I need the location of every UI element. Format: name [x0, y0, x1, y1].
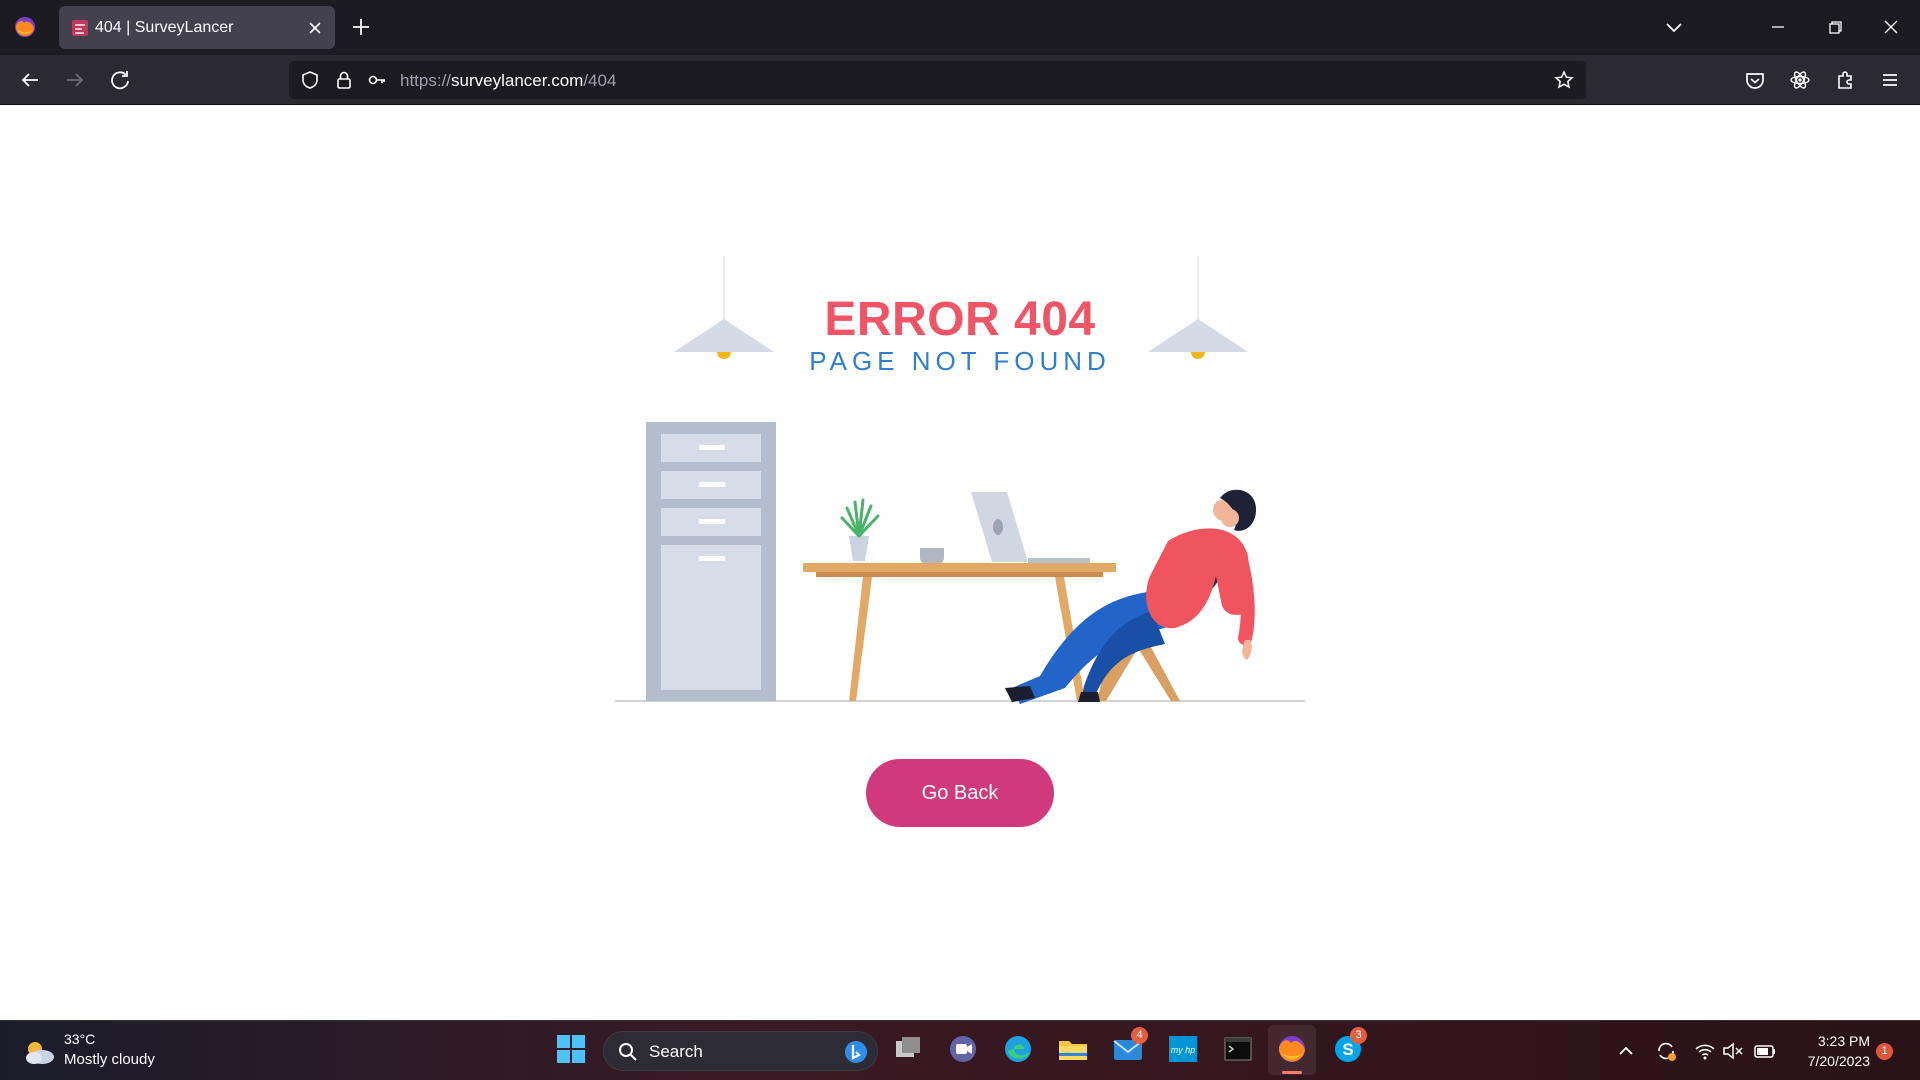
url-path: /404 — [583, 71, 617, 90]
windows-start-icon[interactable] — [553, 1031, 589, 1067]
close-tab-icon[interactable] — [305, 18, 325, 38]
system-clock[interactable]: 3:23 PM 7/20/2023 — [1780, 1031, 1870, 1071]
clock-time: 3:23 PM — [1817, 1033, 1870, 1049]
teams-chat-icon[interactable] — [945, 1031, 981, 1067]
bing-icon[interactable] — [844, 1040, 868, 1064]
tired-worker-illustration — [615, 256, 1305, 704]
back-arrow-icon[interactable] — [16, 66, 44, 94]
reload-icon[interactable] — [106, 66, 134, 94]
svg-text:my hp: my hp — [1171, 1045, 1196, 1055]
tab-title: 404 | SurveyLancer — [95, 19, 234, 36]
extensions-icon[interactable] — [1831, 66, 1859, 94]
forward-arrow-icon[interactable] — [61, 66, 89, 94]
hamburger-menu-icon[interactable] — [1876, 66, 1904, 94]
clock-date: 7/20/2023 — [1807, 1053, 1870, 1069]
notification-badge[interactable]: 1 — [1876, 1043, 1893, 1060]
firefox-taskbar-active[interactable] — [1268, 1025, 1316, 1075]
new-tab-icon[interactable] — [349, 15, 373, 39]
url-text[interactable]: https://surveylancer.com/404 — [400, 71, 616, 91]
speaker-muted-icon[interactable] — [1721, 1039, 1745, 1063]
cloudy-weather-icon — [26, 1042, 54, 1064]
react-devtools-icon[interactable] — [1786, 66, 1814, 94]
browser-tab-active[interactable]: 404 | SurveyLancer — [59, 6, 335, 49]
file-explorer-icon[interactable] — [1055, 1031, 1091, 1067]
list-all-tabs-icon[interactable] — [1661, 14, 1687, 40]
weather-condition: Mostly cloudy — [64, 1051, 155, 1068]
search-icon — [619, 1043, 637, 1061]
edge-icon[interactable] — [1000, 1031, 1036, 1067]
weather-widget[interactable]: 33°C Mostly cloudy — [22, 1031, 182, 1075]
tracking-shield-icon[interactable] — [300, 70, 320, 90]
key-icon[interactable] — [367, 70, 387, 90]
firefox-icon[interactable] — [12, 14, 38, 40]
surveylancer-favicon — [72, 20, 88, 36]
restore-icon[interactable] — [1822, 14, 1848, 40]
firefox-taskbar-icon — [1278, 1036, 1305, 1062]
page-content: ERROR 404 PAGE NOT FOUND Go Back — [0, 106, 1920, 1020]
terminal-icon[interactable] — [1220, 1031, 1256, 1067]
browser-title-bar: 404 | SurveyLancer — [0, 0, 1920, 55]
url-scheme: https:// — [400, 71, 452, 90]
temperature: 33°C — [64, 1031, 96, 1047]
lock-icon[interactable] — [334, 70, 354, 90]
sync-status-icon[interactable] — [1654, 1039, 1678, 1063]
wifi-icon[interactable] — [1693, 1039, 1717, 1063]
bookmark-star-icon[interactable] — [1554, 70, 1574, 90]
svg-text:S: S — [1342, 1040, 1353, 1059]
battery-icon[interactable] — [1753, 1039, 1777, 1063]
minimize-icon[interactable] — [1765, 14, 1791, 40]
search-label: Search — [649, 1042, 703, 1061]
myhp-icon[interactable]: my hp — [1165, 1031, 1201, 1067]
go-back-button[interactable]: Go Back — [866, 759, 1054, 827]
pocket-icon[interactable] — [1741, 66, 1769, 94]
skype-badge: 3 — [1350, 1027, 1367, 1044]
taskbar-search-box[interactable]: Search — [603, 1031, 878, 1071]
close-window-icon[interactable] — [1878, 14, 1904, 40]
url-host: surveylancer.com — [451, 71, 584, 90]
address-bar[interactable]: https://surveylancer.com/404 — [289, 61, 1586, 99]
show-hidden-icons-chevron-icon[interactable] — [1614, 1039, 1638, 1063]
task-view-icon[interactable] — [890, 1031, 926, 1067]
windows-taskbar: 33°C Mostly cloudy Search 4 my hp S 3 3:… — [0, 1020, 1920, 1080]
navigation-toolbar: https://surveylancer.com/404 — [0, 55, 1920, 105]
mail-badge: 4 — [1131, 1027, 1148, 1044]
